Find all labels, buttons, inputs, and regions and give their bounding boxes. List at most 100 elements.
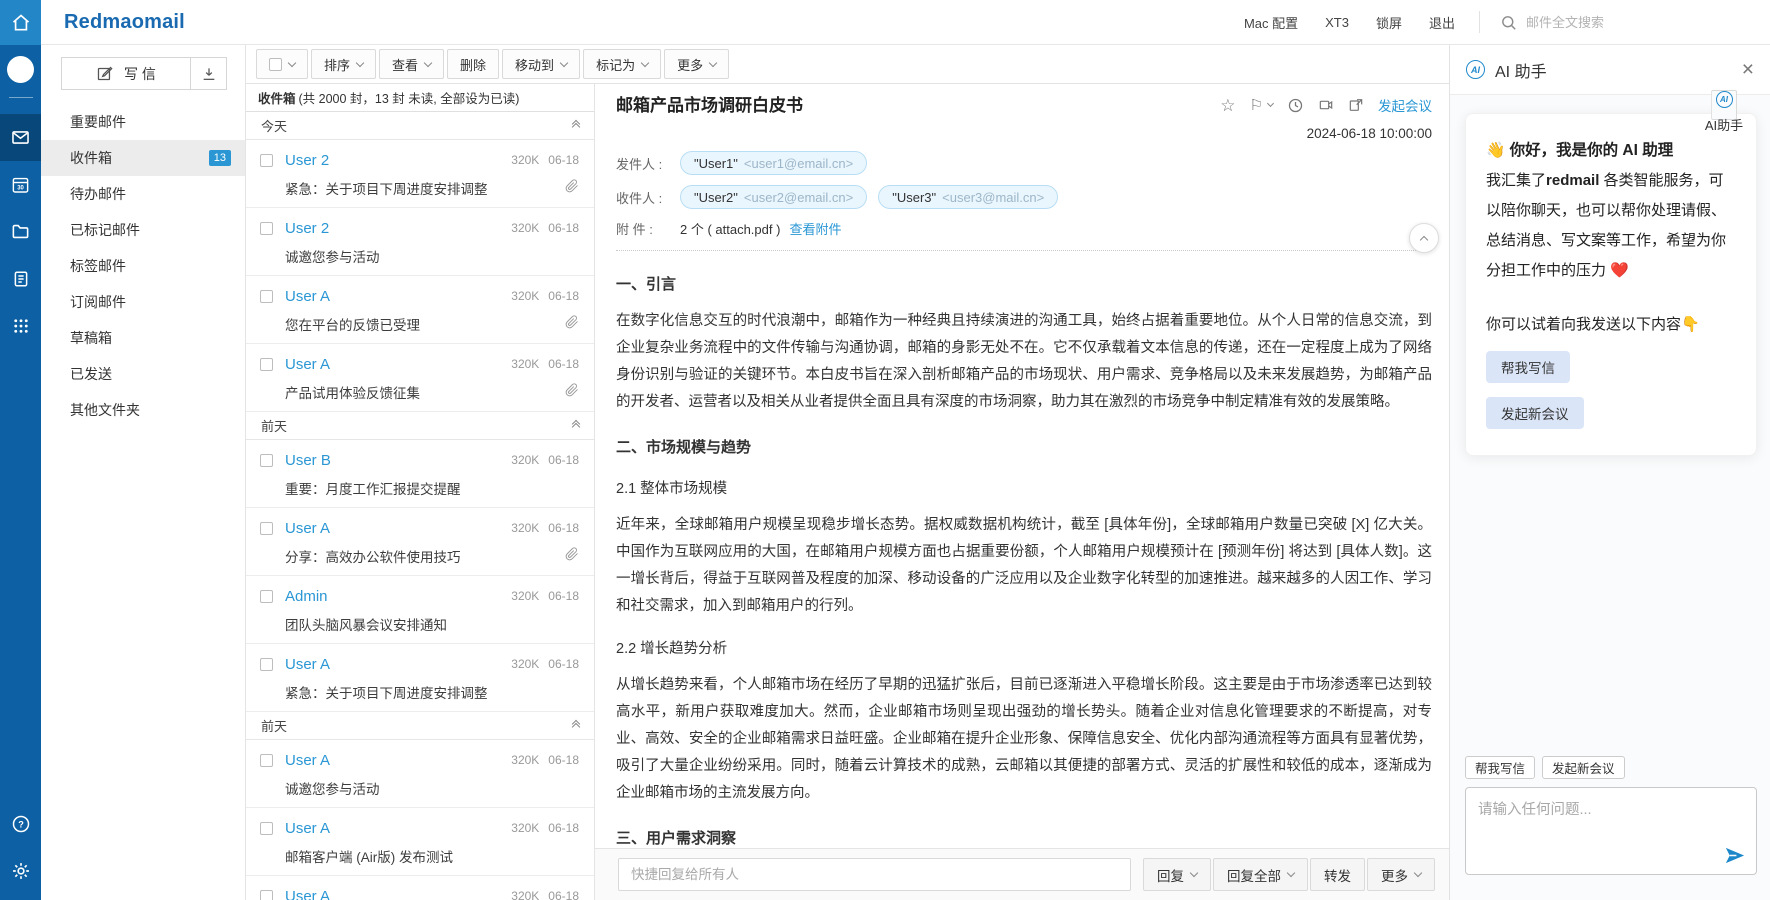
remind-clock-icon[interactable] xyxy=(1287,97,1304,114)
avatar[interactable] xyxy=(7,56,34,83)
sidebar-folder-item[interactable]: 待办邮件 xyxy=(41,176,245,212)
app-rail: 30 ? xyxy=(0,0,41,900)
toolbar-button-更多[interactable]: 更多 xyxy=(664,49,729,79)
calendar-icon[interactable]: 30 xyxy=(0,161,41,208)
sidebar-folder-item[interactable]: 标签邮件 xyxy=(41,248,245,284)
mail-list-item[interactable]: Admin320K06-18团队头脑风暴会议安排通知 xyxy=(246,576,594,644)
home-icon[interactable] xyxy=(0,0,41,45)
collapse-group-icon[interactable] xyxy=(573,121,579,130)
select-all-button[interactable] xyxy=(256,49,308,79)
compose-button[interactable]: 写 信 xyxy=(61,57,191,90)
ai-quick-chip[interactable]: 帮我写信 xyxy=(1465,756,1535,779)
collapse-group-icon[interactable] xyxy=(573,421,579,430)
notes-icon[interactable] xyxy=(0,255,41,302)
reply-button-回复全部[interactable]: 回复全部 xyxy=(1213,858,1308,891)
gear-icon[interactable] xyxy=(0,847,41,894)
search-input[interactable] xyxy=(1526,15,1676,30)
body-paragraph: 在数字化信息交互的时代浪潮中，邮箱作为一种经典且持续演进的沟通工具，始终占据着重… xyxy=(616,308,1432,416)
mail-list-item[interactable]: User A320K06-18分享：高效办公软件使用技巧 xyxy=(246,508,594,576)
body-heading: 2.1 整体市场规模 xyxy=(616,477,1432,501)
mail-checkbox[interactable] xyxy=(260,890,273,900)
send-icon[interactable] xyxy=(1723,844,1746,867)
mail-list-item[interactable]: User A320K06-18紧急：关于项目下周进度安排调整 xyxy=(246,644,594,712)
close-icon[interactable]: × xyxy=(1742,60,1754,80)
folder-icon[interactable] xyxy=(0,208,41,255)
toolbar-button-排序[interactable]: 排序 xyxy=(311,49,376,79)
mail-checkbox[interactable] xyxy=(260,358,273,371)
ai-brand: redmail xyxy=(1546,172,1599,189)
mail-group-header[interactable]: 前天 xyxy=(246,712,594,740)
ai-suggestion-button[interactable]: 帮我写信 xyxy=(1486,351,1570,383)
toolbar-button-标记为[interactable]: 标记为 xyxy=(583,49,661,79)
mail-subject: 诚邀您参与活动 xyxy=(285,246,380,266)
mail-list-item[interactable]: User B320K06-18重要：月度工作汇报提交提醒 xyxy=(246,440,594,508)
mail-checkbox[interactable] xyxy=(260,590,273,603)
topbar-link[interactable]: 锁屏 xyxy=(1376,13,1402,32)
topbar-link[interactable]: Mac 配置 xyxy=(1244,13,1298,32)
mail-list-item[interactable]: User A320K06-18邮箱客户端 (Air版) 发布测试 xyxy=(246,808,594,876)
mail-group-header[interactable]: 今天 xyxy=(246,112,594,140)
sidebar-folder-item[interactable]: 已标记邮件 xyxy=(41,212,245,248)
sidebar-folder-item[interactable]: 其他文件夹 xyxy=(41,392,245,428)
recipient-chip[interactable]: "User3"<user3@mail.cn> xyxy=(878,185,1058,209)
toolbar-button-查看[interactable]: 查看 xyxy=(379,49,444,79)
help-icon[interactable]: ? xyxy=(0,800,41,847)
reply-button-回复[interactable]: 回复 xyxy=(1143,858,1211,891)
mail-checkbox[interactable] xyxy=(260,290,273,303)
sender-chip[interactable]: "User1"<user1@email.cn> xyxy=(680,151,867,175)
select-all-checkbox[interactable] xyxy=(269,58,282,71)
sidebar-folder-item[interactable]: 草稿箱 xyxy=(41,320,245,356)
reply-button-转发[interactable]: 转发 xyxy=(1310,858,1365,891)
ai-suggestion-button[interactable]: 发起新会议 xyxy=(1486,397,1584,429)
mail-list-item[interactable]: User 2320K06-18诚邀您参与活动 xyxy=(246,208,594,276)
flag-icon[interactable]: ⚐ xyxy=(1250,98,1273,113)
mail-date: 06-18 xyxy=(548,453,579,467)
sidebar-folder-item[interactable]: 已发送 xyxy=(41,356,245,392)
mail-checkbox[interactable] xyxy=(260,658,273,671)
mail-group-header[interactable]: 前天 xyxy=(246,412,594,440)
folder-sidebar: 写 信 重要邮件收件箱13待办邮件已标记邮件标签邮件订阅邮件草稿箱已发送其他文件… xyxy=(41,45,246,900)
sidebar-folder-item[interactable]: 订阅邮件 xyxy=(41,284,245,320)
receive-mail-button[interactable] xyxy=(191,57,227,90)
app-window: 30 ? Redmaomail Mac 配置XT3锁屏退出 xyxy=(0,0,1770,900)
ai-logo-icon: AI xyxy=(1466,60,1485,79)
mail-checkbox[interactable] xyxy=(260,822,273,835)
recipient-chip[interactable]: "User2"<user2@email.cn> xyxy=(680,185,867,209)
toolbar-button-移动到[interactable]: 移动到 xyxy=(502,49,580,79)
mailbox-counts: (共 2000 封，13 封 未读, 全部设为已读) xyxy=(299,88,520,107)
star-icon[interactable]: ☆ xyxy=(1220,97,1235,114)
stamp-icon[interactable] xyxy=(1318,97,1334,113)
topbar-link[interactable]: 退出 xyxy=(1429,13,1455,32)
mail-list-item[interactable]: User A320K06-18您在平台的反馈已受理 xyxy=(246,276,594,344)
mail-list-item[interactable]: User 2320K06-18紧急：关于项目下周进度安排调整 xyxy=(246,140,594,208)
folder-label: 订阅邮件 xyxy=(70,292,126,312)
mail-list-item[interactable]: User A320K06-18产品试用体验反馈征集 xyxy=(246,344,594,412)
ai-question-input[interactable] xyxy=(1466,788,1756,874)
open-in-new-icon[interactable] xyxy=(1348,97,1364,113)
ai-quick-chip[interactable]: 发起新会议 xyxy=(1542,756,1625,779)
view-attachment-link[interactable]: 查看附件 xyxy=(789,219,841,238)
apps-grid-icon[interactable] xyxy=(0,302,41,349)
rail-divider xyxy=(9,97,33,98)
toolbar-button-删除[interactable]: 删除 xyxy=(447,49,499,79)
quick-reply-input[interactable] xyxy=(618,858,1131,891)
mail-checkbox[interactable] xyxy=(260,222,273,235)
mail-checkbox[interactable] xyxy=(260,454,273,467)
topbar-link[interactable]: XT3 xyxy=(1325,15,1349,30)
collapse-group-icon[interactable] xyxy=(573,721,579,730)
mailbox-summary: 收件箱 (共 2000 封，13 封 未读, 全部设为已读) xyxy=(246,84,594,112)
mail-checkbox[interactable] xyxy=(260,522,273,535)
mail-icon[interactable] xyxy=(0,114,41,161)
sidebar-folder-item[interactable]: 收件箱13 xyxy=(41,140,245,176)
mail-list-item[interactable]: User A320K06-18 xyxy=(246,876,594,900)
reply-button-更多[interactable]: 更多 xyxy=(1367,858,1435,891)
ai-assistant-button[interactable]: AI AI助手 xyxy=(1711,90,1737,120)
search-icon[interactable] xyxy=(1500,14,1517,31)
mail-checkbox[interactable] xyxy=(260,754,273,767)
mail-checkbox[interactable] xyxy=(260,154,273,167)
start-meeting-link[interactable]: 发起会议 xyxy=(1378,95,1432,115)
sidebar-folder-item[interactable]: 重要邮件 xyxy=(41,104,245,140)
collapse-header-button[interactable] xyxy=(1409,223,1439,253)
mail-subject: 团队头脑风暴会议安排通知 xyxy=(285,614,447,634)
mail-list-item[interactable]: User A320K06-18诚邀您参与活动 xyxy=(246,740,594,808)
